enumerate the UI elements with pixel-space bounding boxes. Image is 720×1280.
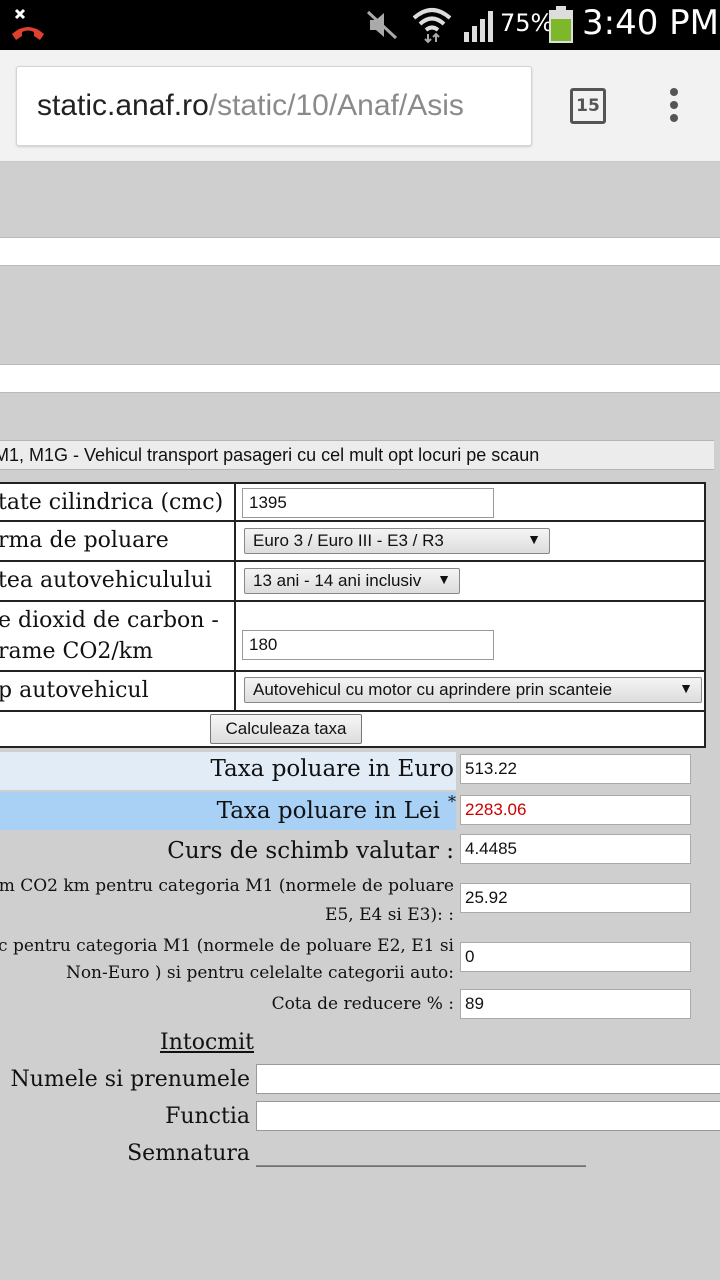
select-value: 13 ani - 14 ani inclusiv: [253, 571, 422, 590]
form-row-vehicle-age: tea autovehiculului 13 ani - 14 ani incl…: [0, 562, 704, 602]
calculation-form: tate cilindrica (cmc) 1395 rma de poluar…: [0, 482, 706, 748]
reduction-label: Cota de reducere % :: [271, 994, 454, 1014]
dropdown-arrow-icon: ▼: [527, 531, 541, 547]
co2-input[interactable]: 180: [242, 630, 494, 660]
vehicle-type-select[interactable]: Autovehicul cu motor cu aprindere prin s…: [244, 677, 702, 703]
vehicle-category-header: M1, M1G - Vehicul transport pasageri cu …: [0, 440, 714, 470]
select-value: Euro 3 / Euro III - E3 / R3: [253, 531, 444, 550]
missed-call-icon: [12, 8, 44, 40]
cmc-rate-label-line2: Non-Euro ) si pentru celelalte categorii…: [65, 963, 454, 983]
function-input[interactable]: [256, 1101, 720, 1131]
tax-euro-label: Taxa poluare in Euro: [210, 756, 454, 782]
engine-capacity-input[interactable]: 1395: [242, 488, 494, 518]
name-label: Numele si prenumele: [10, 1067, 250, 1092]
tax-lei-asterisk: *: [448, 792, 456, 811]
co2-rate-label-line2: E5, E4 si E3): :: [325, 905, 454, 925]
url-path: /static/10/Anaf/Asis: [208, 89, 464, 122]
form-label: rame CO2/km: [0, 639, 153, 664]
page-band: [0, 364, 720, 393]
select-value: Autovehicul cu motor cu aprindere prin s…: [253, 680, 613, 699]
co2-rate-label-line1: gram CO2 km pentru categoria M1 (normele…: [0, 876, 454, 896]
exchange-rate-value[interactable]: 4.4485: [460, 834, 691, 864]
page-band: [0, 237, 720, 266]
form-row-pollution-norm: rma de poluare Euro 3 / Euro III - E3 / …: [0, 522, 704, 562]
cmc-rate-value[interactable]: 0: [460, 942, 691, 972]
form-label: tea autovehiculului: [0, 568, 212, 593]
signal-icon: [464, 11, 493, 42]
wifi-icon: [412, 8, 452, 44]
signature-label: Semnatura: [127, 1141, 250, 1166]
reduction-value[interactable]: 89: [460, 989, 691, 1019]
status-bar: 75% 3:40 PM: [0, 0, 720, 50]
url-bar[interactable]: static.anaf.ro/static/10/Anaf/Asis: [16, 66, 532, 146]
battery-icon: [549, 6, 573, 43]
tax-lei-label: Taxa poluare in Lei: [216, 798, 440, 824]
form-row-vehicle-type: p autovehicul Autovehicul cu motor cu ap…: [0, 672, 704, 712]
dropdown-arrow-icon: ▼: [679, 680, 693, 696]
form-label: p autovehicul: [0, 678, 149, 703]
co2-rate-value[interactable]: 25.92: [460, 883, 691, 913]
tax-euro-value[interactable]: 513.22: [460, 754, 691, 784]
form-label: tate cilindrica (cmc): [0, 490, 224, 515]
exchange-rate-label: Curs de schimb valutar :: [167, 838, 454, 864]
cmc-rate-label-line1: cmc pentru categoria M1 (normele de polu…: [0, 936, 454, 956]
name-input[interactable]: [256, 1064, 720, 1094]
form-label: rma de poluare: [0, 528, 169, 553]
url-host: static.anaf.ro: [37, 89, 209, 122]
browser-toolbar: static.anaf.ro/static/10/Anaf/Asis 15: [0, 50, 720, 162]
tabs-button[interactable]: 15: [570, 88, 606, 124]
vehicle-age-select[interactable]: 13 ani - 14 ani inclusiv ▼: [244, 568, 460, 594]
pollution-norm-select[interactable]: Euro 3 / Euro III - E3 / R3 ▼: [244, 528, 550, 554]
signature-line: ______________________________: [256, 1142, 586, 1167]
dropdown-arrow-icon: ▼: [437, 571, 451, 587]
form-label: e dioxid de carbon -: [0, 608, 219, 633]
tax-lei-value[interactable]: 2283.06: [460, 795, 691, 825]
battery-percent: 75%: [500, 9, 554, 37]
overflow-menu-icon[interactable]: [664, 88, 684, 128]
form-row-co2: e dioxid de carbon - rame CO2/km 180: [0, 602, 704, 672]
clock: 3:40 PM: [582, 3, 719, 43]
calculate-button[interactable]: Calculeaza taxa: [210, 714, 362, 744]
function-label: Functia: [165, 1104, 250, 1129]
form-row-engine-capacity: tate cilindrica (cmc) 1395: [0, 484, 704, 522]
prepared-by-heading: Intocmit: [160, 1030, 255, 1055]
mute-icon: [366, 10, 398, 40]
